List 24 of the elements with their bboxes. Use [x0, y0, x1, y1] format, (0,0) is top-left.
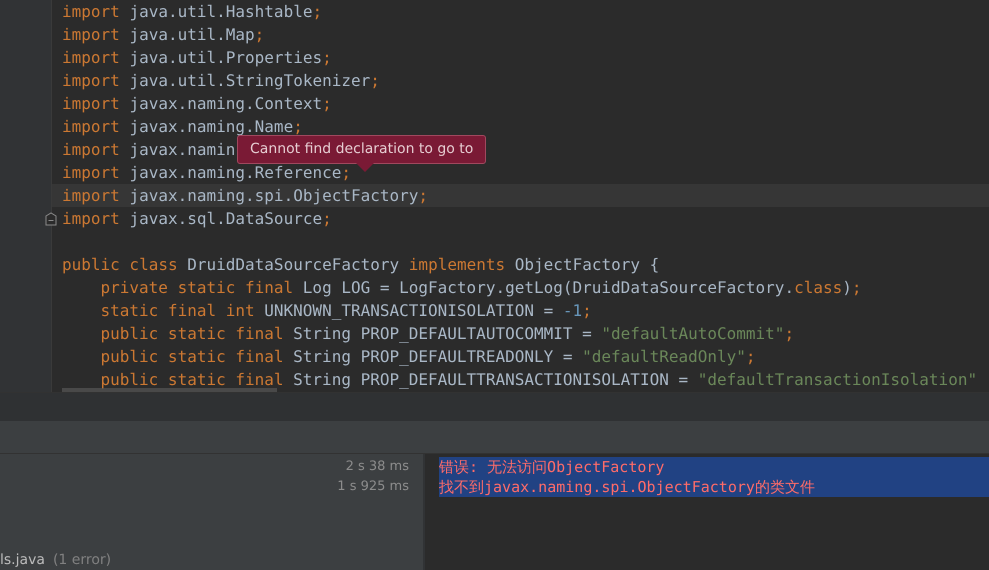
code-line: import javax.naming.Name; [62, 118, 303, 134]
duration-label: 2 s 38 ms [346, 458, 409, 476]
code-line: static final int UNKNOWN_TRANSACTIONISOLATION = -1; [100, 302, 592, 318]
code-line: import javax.naming.Context; [62, 96, 332, 112]
fold-icon[interactable] [45, 212, 57, 226]
file-name[interactable]: ls.java [0, 552, 45, 569]
code-line: import javax.sql.DataSource; [62, 210, 332, 226]
code-line: private static final Log LOG = LogFactory.getLog(DruidDataSourceFactory.class); [100, 280, 862, 296]
duration-label: 1 s 925 ms [337, 478, 409, 496]
code-line: import java.util.Properties; [62, 50, 332, 66]
code-line: import javax.naming.spi.ObjectFactory; [62, 188, 428, 204]
error-message: 找不到javax.naming.spi.ObjectFactory的类文件 [439, 477, 989, 497]
code-line: import javax.naming.Reference; [62, 164, 351, 180]
code-line: public static final String PROP_DEFAULTAUTOCOMMIT = "defaultAutoCommit"; [100, 326, 794, 342]
error-count: (1 error) [52, 552, 112, 569]
error-message: 错误: 无法访问ObjectFactory [439, 457, 989, 477]
code-line: import java.util.Hashtable; [62, 4, 322, 20]
code-line: import java.util.StringTokenizer; [62, 72, 380, 88]
code-line: public static final String PROP_DEFAULTREADONLY = "defaultReadOnly"; [100, 348, 756, 364]
code-line: public static final String PROP_DEFAULTTRANSACTIONISOLATION = "defaultTransactionIsolation" [100, 372, 978, 388]
code-line: import java.util.Map; [62, 26, 264, 42]
code-line: public class DruidDataSourceFactory implements ObjectFactory { [62, 256, 660, 272]
code-line: import javax.namin [62, 142, 236, 158]
tooltip-pointer [356, 163, 374, 172]
